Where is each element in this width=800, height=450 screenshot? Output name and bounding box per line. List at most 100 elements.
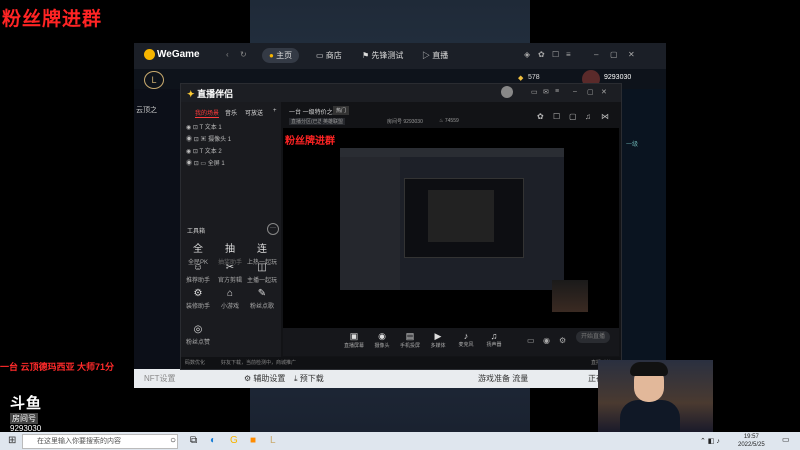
nav-pioneer-test[interactable]: ⚑ 先锋测试: [362, 50, 403, 61]
status-nft[interactable]: NFT设置: [144, 373, 176, 384]
gift-icon[interactable]: ✿: [538, 50, 545, 59]
streaming-taskbar-icon[interactable]: ■: [250, 435, 256, 446]
gear-icon: ⚙: [193, 288, 203, 299]
settings-icon[interactable]: ⚙: [559, 336, 566, 345]
play-icon: ▶: [434, 331, 442, 341]
tray-icons[interactable]: ⌃ ◧ ♪: [700, 437, 720, 445]
link-icon: 连: [257, 244, 267, 255]
square-icon[interactable]: ▢: [569, 112, 577, 121]
category-badge[interactable]: 热门: [333, 106, 350, 115]
douyu-logo: 斗鱼 房间号 9293030: [10, 395, 43, 433]
taskview-icon[interactable]: ⧉: [190, 435, 197, 446]
footer-optimize[interactable]: 码数优化: [185, 359, 205, 366]
eye-icon[interactable]: ◉: [186, 125, 191, 131]
record-icon[interactable]: ▭: [527, 336, 535, 345]
nav-store[interactable]: ▭ 商店: [316, 50, 342, 61]
lock-icon[interactable]: ⊡: [194, 137, 199, 143]
maximize-icon[interactable]: ▢: [610, 50, 618, 59]
lock-icon[interactable]: ⊡: [193, 125, 198, 131]
tool-song-request[interactable]: ✎ 粉丝点歌: [247, 288, 277, 310]
chat-icon[interactable]: ☐: [553, 112, 560, 121]
tool-mini-game[interactable]: ⌂ 小游戏: [215, 288, 245, 310]
start-live-button[interactable]: 开始直播: [576, 331, 610, 343]
menu-icon[interactable]: ≡: [566, 50, 571, 59]
obs-room-id: 房间号 9293030: [387, 119, 423, 125]
points-icon: ◆: [518, 75, 524, 82]
controller-icon[interactable]: ◈: [524, 50, 530, 59]
tab-scenes[interactable]: 我的场景: [195, 108, 220, 118]
add-camera-button[interactable]: ◉ 摄像头: [369, 331, 395, 349]
lol-taskbar-icon[interactable]: L: [270, 435, 276, 446]
media-button[interactable]: ▶ 多媒体: [425, 331, 451, 349]
windows-start-icon[interactable]: ⊞: [8, 435, 16, 446]
status-assist-settings[interactable]: ⚙ 辅助设置: [244, 373, 285, 384]
minimize-icon[interactable]: –: [594, 50, 598, 59]
tool-clip[interactable]: ✂ 官方剪辑: [215, 262, 245, 284]
pk-icon: 全: [193, 244, 203, 255]
tab-music[interactable]: 音乐: [225, 108, 237, 117]
source-row[interactable]: ◉ ⊡ ▣ 摄像头 1: [186, 134, 231, 143]
menu-icon[interactable]: ≡: [555, 88, 559, 95]
stream-title[interactable]: 一台 一级特价之路: [289, 107, 339, 116]
taskbar-search-input[interactable]: 在这里输入你要搜索的内容: [22, 434, 178, 449]
like-icon: ◎: [193, 324, 203, 335]
wegame-taskbar-icon[interactable]: G: [230, 435, 238, 446]
tool-recommend[interactable]: ☺ 推荐助手: [183, 262, 213, 284]
gift-icon[interactable]: ✿: [537, 112, 544, 121]
close-icon[interactable]: ✕: [601, 88, 607, 96]
camera-preview-small: [552, 280, 588, 312]
phone-icon: ▤: [405, 331, 415, 341]
refresh-icon[interactable]: ↻: [240, 50, 247, 59]
toolbox-label: 工具箱: [187, 229, 206, 235]
add-scene-icon[interactable]: +: [273, 108, 277, 114]
back-icon[interactable]: ‹: [226, 50, 229, 59]
source-row[interactable]: ◉ ⊡ T 文本 1: [186, 122, 222, 131]
avatar[interactable]: [501, 86, 513, 98]
tool-decorate[interactable]: ⚙ 装修助手: [183, 288, 213, 310]
scissors-icon: ✂: [225, 262, 235, 273]
screen-icon[interactable]: ▭: [531, 88, 538, 96]
bell-icon[interactable]: ♫: [585, 112, 591, 121]
chat-icon[interactable]: ☐: [552, 50, 559, 59]
gamepad-icon: ⌂: [226, 288, 234, 299]
lol-logo: L: [144, 71, 164, 89]
tool-host-play[interactable]: ◫ 主播一起玩: [247, 262, 277, 284]
more-tools-icon[interactable]: ···: [267, 223, 279, 235]
screen-icon: ▭: [200, 161, 207, 167]
camera-icon: ◉: [378, 331, 386, 341]
wegame-status-bar: NFT设置 ⚙ 辅助设置 ⤓ 预下载 游戏准备 流量 正在运行...: [134, 369, 666, 388]
nav-live[interactable]: ▷ 直播: [422, 50, 448, 61]
notification-icon[interactable]: ▭: [782, 435, 790, 444]
minimize-icon[interactable]: –: [573, 88, 577, 95]
eye-icon[interactable]: ◉: [186, 149, 191, 155]
hot-value: ♨ 74559: [439, 118, 459, 124]
eye-icon[interactable]: ◉: [543, 336, 550, 345]
speaker-icon: ♫: [490, 331, 498, 341]
source-row[interactable]: ◉ ⊡ ▭ 全屏 1: [186, 158, 225, 167]
tool-fan-like[interactable]: ◎ 粉丝点赞: [183, 324, 213, 346]
screen-icon: ▣: [349, 331, 359, 341]
category-game[interactable]: 英雄联盟: [321, 118, 346, 125]
pioneer-icon: ⚑: [362, 51, 370, 60]
source-toolbar: ▣ 直播屏幕 ◉ 摄像头 ▤ 手机投屏 ▶ 多媒体 ♪ 麦克风 ♫ 扬声器 ▭ ◉ ⚙: [283, 328, 619, 356]
lock-icon[interactable]: ⊡: [194, 161, 199, 167]
phone-cast-button[interactable]: ▤ 手机投屏: [397, 331, 423, 349]
eye-icon[interactable]: ◉: [186, 137, 192, 143]
add-screen-button[interactable]: ▣ 直播屏幕: [341, 331, 367, 349]
nav-home[interactable]: ● 主页: [262, 48, 300, 63]
microphone-button[interactable]: ♪ 麦克风: [453, 331, 479, 348]
close-icon[interactable]: ✕: [628, 50, 635, 59]
lock-icon[interactable]: ⊡: [193, 149, 198, 155]
source-row[interactable]: ◉ ⊡ T 文本 2: [186, 146, 222, 155]
task-view-icon[interactable]: ○: [170, 435, 176, 446]
tab-broadcast[interactable]: 可放送: [245, 108, 263, 117]
eye-icon[interactable]: ◉: [186, 161, 192, 167]
status-predownload[interactable]: ⤓ 预下载: [294, 373, 324, 384]
share-icon[interactable]: ⋈: [601, 112, 609, 121]
maximize-icon[interactable]: ▢: [587, 88, 594, 96]
speaker-button[interactable]: ♫ 扬声器: [481, 331, 507, 348]
edge-icon[interactable]: ◐: [210, 435, 216, 446]
mail-icon[interactable]: ✉: [543, 88, 549, 96]
taskbar-clock[interactable]: 19:57 2022/5/25: [738, 433, 765, 449]
fire-icon: ♨: [439, 118, 444, 124]
